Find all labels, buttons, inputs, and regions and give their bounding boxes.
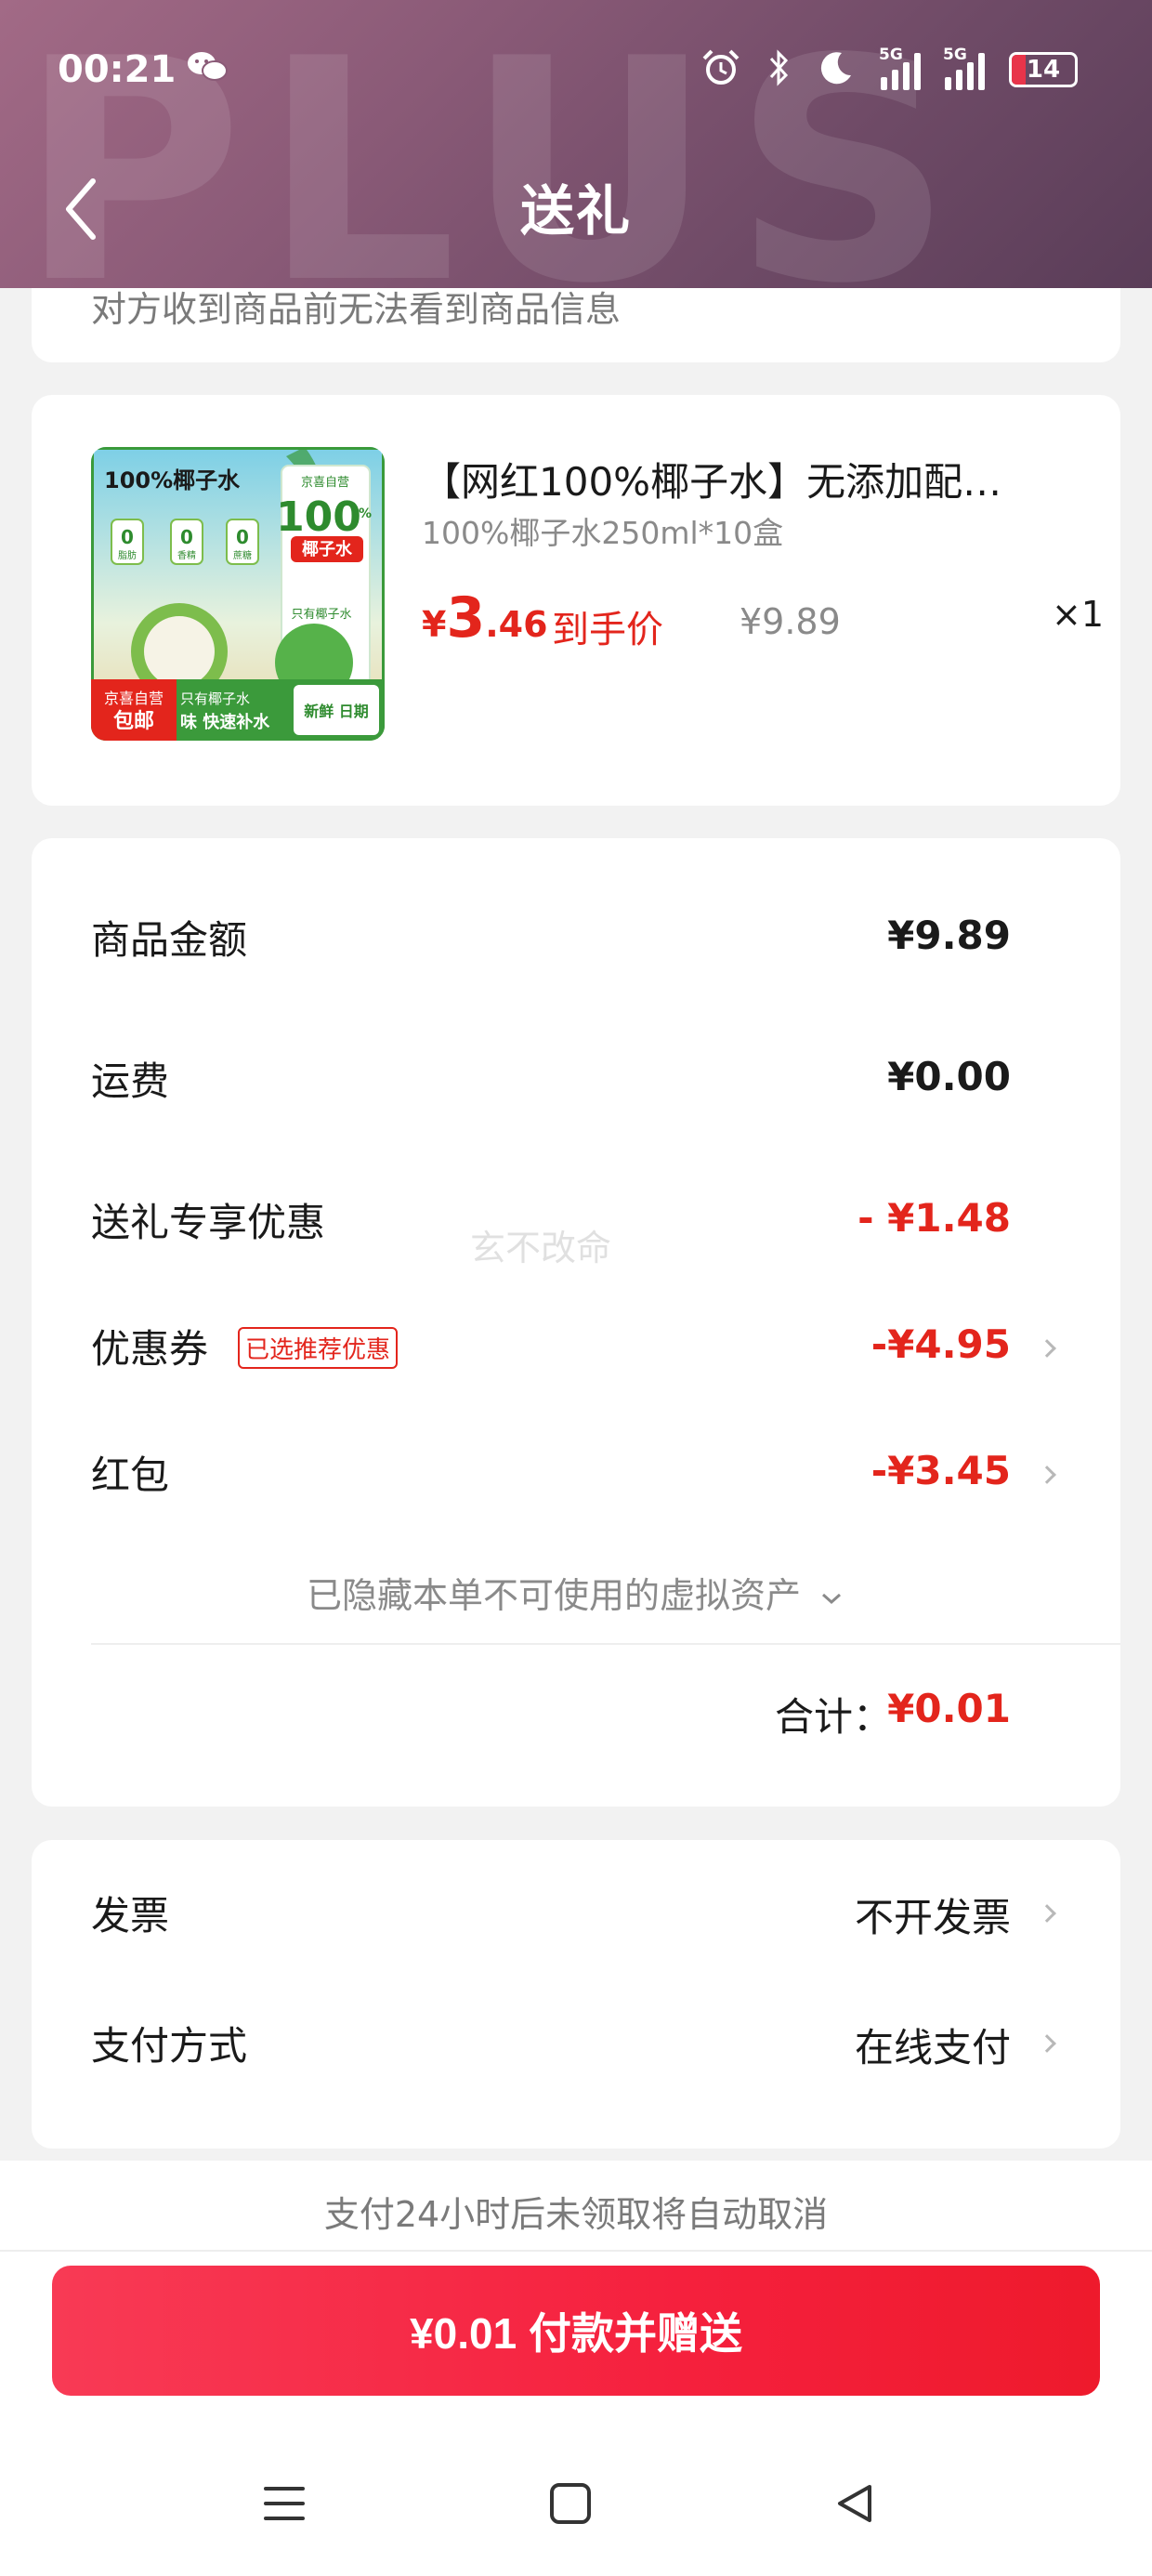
product-card[interactable]: 京喜自营 100 % 椰子水 只有椰子水 100%椰子水 0 脂肪 0 香精 0…: [32, 395, 1120, 806]
red-packet-value[interactable]: -¥3.45: [871, 1448, 1011, 1493]
watermark-text: 玄不改命: [470, 1228, 612, 1268]
moon-icon: [816, 47, 857, 92]
gift-discount-label: 送礼专享优惠: [91, 1200, 326, 1245]
signal-icon: 5G: [943, 46, 985, 90]
svg-text:0: 0: [180, 526, 193, 548]
red-packet-label[interactable]: 红包: [91, 1444, 169, 1501]
svg-text:脂肪: 脂肪: [118, 549, 137, 561]
gift-discount-value: - ¥1.48: [857, 1195, 1011, 1241]
hidden-assets-toggle[interactable]: 已隐藏本单不可使用的虚拟资产: [32, 1567, 1120, 1618]
product-price: ¥3.46: [422, 585, 548, 651]
divider: [91, 1643, 1120, 1645]
back-triangle-icon[interactable]: [832, 2481, 877, 2530]
svg-text:新鲜 日期: 新鲜 日期: [304, 703, 369, 720]
coupon-value[interactable]: -¥4.95: [871, 1321, 1011, 1367]
chevron-right-icon[interactable]: [1038, 1339, 1056, 1358]
svg-text:蔗糖: 蔗糖: [233, 549, 252, 561]
page-title: 送礼: [519, 179, 632, 243]
status-time: 00:21: [58, 48, 177, 91]
svg-text:100: 100: [276, 493, 361, 541]
svg-text:100%椰子水: 100%椰子水: [104, 467, 241, 493]
goods-amount-value: ¥9.89: [887, 913, 1011, 958]
header: PLUS 00:21 5G 5G 14 送礼: [0, 0, 1152, 288]
battery-icon: 14: [1009, 52, 1078, 87]
chevron-down-icon: [822, 1593, 842, 1604]
payment-method-value[interactable]: 在线支付: [855, 2017, 1011, 2073]
price-label: 到手价: [552, 609, 663, 651]
order-summary-card: 商品金额 ¥9.89 运费 ¥0.00 送礼专享优惠 - ¥1.48 玄不改命 …: [32, 838, 1120, 1807]
menu-icon[interactable]: [262, 2481, 307, 2530]
home-icon[interactable]: [548, 2481, 593, 2530]
total-label: 合计：: [774, 1694, 892, 1740]
svg-text:味 快速补水: 味 快速补水: [180, 712, 270, 732]
status-bar: 00:21 5G 5G 14: [0, 35, 1152, 104]
chevron-right-icon[interactable]: [1038, 1904, 1056, 1923]
svg-text:只有椰子水: 只有椰子水: [291, 608, 351, 622]
invoice-label[interactable]: 发票: [91, 1885, 169, 1941]
invoice-payment-card: 发票 不开发票 支付方式 在线支付: [32, 1840, 1120, 2149]
status-icons: 5G 5G 14: [700, 46, 1078, 92]
total-value: ¥0.01: [887, 1686, 1011, 1731]
svg-text:京喜自营: 京喜自营: [301, 476, 349, 490]
chevron-right-icon[interactable]: [1038, 1465, 1056, 1484]
goods-amount-label: 商品金额: [91, 917, 248, 963]
svg-text:只有椰子水: 只有椰子水: [180, 690, 250, 707]
coupon-label[interactable]: 优惠券: [91, 1318, 208, 1374]
divider: [0, 2250, 1152, 2252]
auto-cancel-note: 支付24小时后未领取将自动取消: [323, 2194, 829, 2235]
coupon-badge: 已选推荐优惠: [238, 1327, 399, 1369]
notice-text: 对方收到商品前无法看到商品信息: [91, 289, 622, 330]
payment-method-label[interactable]: 支付方式: [91, 2015, 247, 2071]
pay-and-gift-button[interactable]: ¥0.01 付款并赠送: [52, 2266, 1100, 2396]
bluetooth-icon: [766, 47, 792, 92]
wechat-icon: [186, 48, 229, 89]
svg-text:0: 0: [236, 526, 249, 548]
invoice-value[interactable]: 不开发票: [855, 1886, 1011, 1943]
quantity: ×1: [1052, 594, 1105, 635]
svg-text:0: 0: [121, 526, 134, 548]
product-spec: 100%椰子水250ml*10盒: [422, 515, 784, 551]
svg-text:椰子水: 椰子水: [302, 539, 353, 559]
product-image[interactable]: 京喜自营 100 % 椰子水 只有椰子水 100%椰子水 0 脂肪 0 香精 0…: [91, 447, 385, 741]
svg-text:包邮: 包邮: [113, 709, 154, 733]
system-nav-bar: [0, 2453, 1152, 2556]
original-price: ¥9.89: [740, 601, 841, 642]
svg-text:%: %: [359, 506, 372, 521]
alarm-icon: [700, 47, 741, 92]
shipping-label: 运费: [91, 1058, 170, 1104]
product-title[interactable]: 【网红100%椰子水】无添加配…: [422, 451, 1001, 507]
signal-icon: 5G: [879, 46, 921, 90]
shipping-value: ¥0.00: [887, 1054, 1011, 1099]
chevron-right-icon[interactable]: [1038, 2034, 1056, 2053]
svg-text:香精: 香精: [177, 549, 196, 561]
svg-text:京喜自营: 京喜自营: [104, 690, 164, 707]
hidden-assets-text: 已隐藏本单不可使用的虚拟资产: [306, 1575, 801, 1616]
